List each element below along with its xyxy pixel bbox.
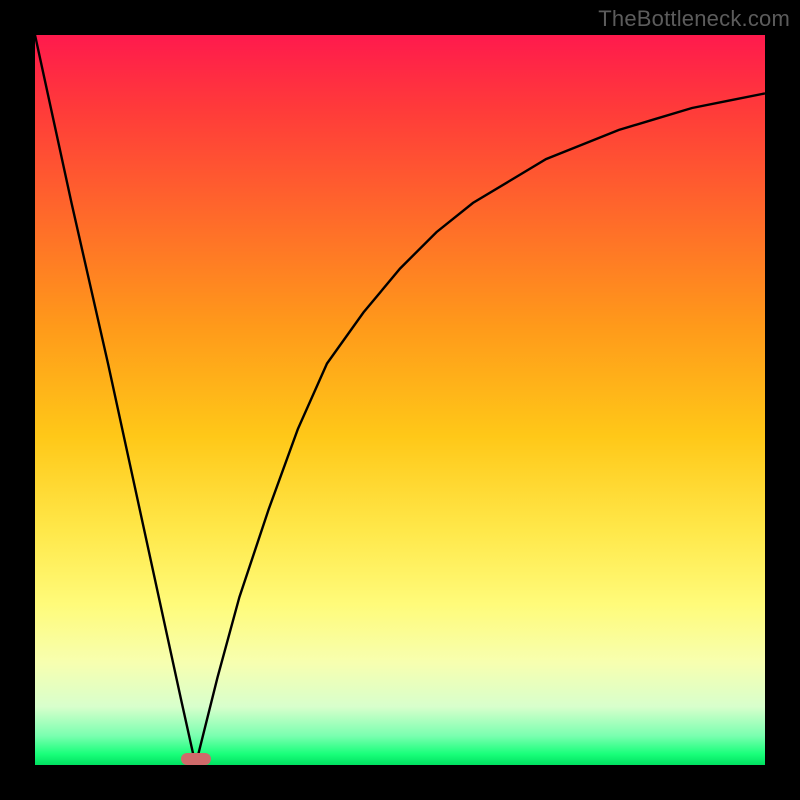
watermark-text: TheBottleneck.com: [598, 6, 790, 32]
plot-area: [35, 35, 765, 765]
chart-frame: TheBottleneck.com: [0, 0, 800, 800]
bottleneck-marker: [181, 753, 211, 765]
curve-right-branch: [196, 93, 765, 765]
curve-left-branch: [35, 35, 196, 765]
bottleneck-curve: [35, 35, 765, 765]
